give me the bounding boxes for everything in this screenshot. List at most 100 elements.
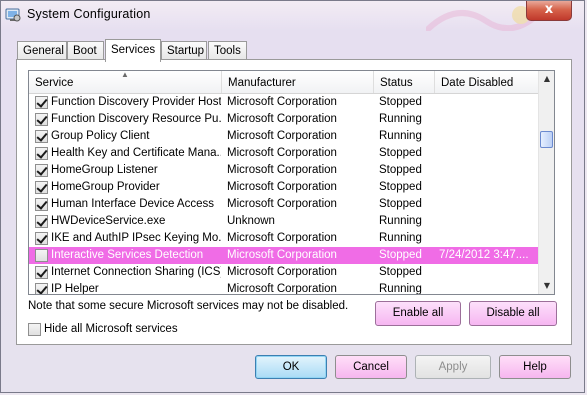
service-date-disabled [439,281,536,294]
services-list[interactable]: Service ▲ Manufacturer Status Date Disab… [28,70,555,295]
service-checkbox[interactable] [35,283,48,294]
list-header: Service ▲ Manufacturer Status Date Disab… [29,71,538,94]
service-status: Stopped [379,198,422,210]
service-manufacturer: Microsoft Corporation [227,181,337,193]
apply-button[interactable]: Apply [415,355,491,379]
table-row[interactable]: Function Discovery Resource Pu... Microso… [29,111,538,128]
scroll-up-icon[interactable]: ▲ [539,71,554,87]
service-manufacturer: Microsoft Corporation [227,249,337,261]
service-name: HWDeviceService.exe [51,215,166,227]
service-date-disabled [439,230,536,247]
close-button[interactable]: x [526,1,572,21]
msconfig-icon [5,8,21,22]
service-name: Group Policy Client [51,130,150,142]
hide-microsoft-services-checkbox[interactable] [28,323,41,336]
service-status: Stopped [379,147,422,159]
service-manufacturer: Microsoft Corporation [227,198,337,210]
service-name: IP Helper [51,283,99,295]
service-status: Stopped [379,249,422,261]
service-name: Function Discovery Provider Host [51,96,221,108]
cancel-button[interactable]: Cancel [335,355,407,379]
service-status: Stopped [379,181,422,193]
service-status: Running [379,215,422,227]
window-title: System Configuration [27,7,151,21]
service-checkbox[interactable] [35,198,48,211]
service-date-disabled [439,128,536,145]
enable-all-button[interactable]: Enable all [375,301,461,326]
service-date-disabled [439,264,536,281]
table-row[interactable]: Group Policy Client Microsoft Corporation… [29,128,538,145]
service-name: IKE and AuthIP IPsec Keying Mo... [51,232,221,244]
service-name: Human Interface Device Access [51,198,214,210]
service-manufacturer: Microsoft Corporation [227,130,337,142]
tab-services[interactable]: Services [105,39,161,62]
sort-ascending-icon: ▲ [121,71,129,79]
service-manufacturer: Microsoft Corporation [227,147,337,159]
service-manufacturer: Microsoft Corporation [227,232,337,244]
service-manufacturer: Unknown [227,215,275,227]
service-manufacturer: Microsoft Corporation [227,96,337,108]
service-checkbox[interactable] [35,96,48,109]
service-checkbox[interactable] [35,147,48,160]
service-checkbox[interactable] [35,164,48,177]
service-name: Interactive Services Detection [51,249,204,261]
table-row[interactable]: Human Interface Device Access Microsoft C… [29,196,538,213]
table-row[interactable]: Interactive Services Detection Microsoft … [29,247,538,264]
service-status: Running [379,232,422,244]
column-header-service[interactable]: Service ▲ [29,71,222,93]
service-status: Running [379,283,422,295]
column-service-label: Service [35,77,74,89]
service-manufacturer: Microsoft Corporation [227,283,337,295]
service-checkbox[interactable] [35,249,48,262]
table-row[interactable]: HomeGroup Provider Microsoft Corporation S… [29,179,538,196]
tab-startup[interactable]: Startup [161,41,207,60]
table-row[interactable]: Function Discovery Provider Host Microsof… [29,94,538,111]
column-header-status[interactable]: Status [374,71,435,93]
service-name: Internet Connection Sharing (ICS) [51,266,221,278]
service-checkbox[interactable] [35,113,48,126]
title-bar[interactable]: System Configuration x [1,1,586,31]
service-checkbox[interactable] [35,266,48,279]
service-manufacturer: Microsoft Corporation [227,113,337,125]
service-name: HomeGroup Listener [51,164,158,176]
table-row[interactable]: IP Helper Microsoft Corporation Running [29,281,538,295]
service-status: Stopped [379,96,422,108]
service-date-disabled [439,111,536,128]
table-row[interactable]: IKE and AuthIP IPsec Keying Mo... Microso… [29,230,538,247]
service-status: Stopped [379,164,422,176]
column-header-date-disabled[interactable]: Date Disabled [435,71,538,93]
service-status: Running [379,130,422,142]
service-checkbox[interactable] [35,215,48,228]
tab-tools[interactable]: Tools [208,41,247,60]
service-date-disabled [439,196,536,213]
service-checkbox[interactable] [35,232,48,245]
scroll-down-icon[interactable]: ▼ [539,278,554,294]
service-checkbox[interactable] [35,181,48,194]
service-manufacturer: Microsoft Corporation [227,266,337,278]
table-row[interactable]: Internet Connection Sharing (ICS) Microso… [29,264,538,281]
service-status: Stopped [379,266,422,278]
service-checkbox[interactable] [35,130,48,143]
help-button[interactable]: Help [499,355,571,379]
table-row[interactable]: Health Key and Certificate Mana... Micros… [29,145,538,162]
column-header-manufacturer[interactable]: Manufacturer [222,71,374,93]
service-date-disabled [439,179,536,196]
scrollbar-thumb[interactable] [540,131,553,148]
service-status: Running [379,113,422,125]
service-date-disabled: 7/24/2012 3:47.... [439,249,529,261]
service-name: HomeGroup Provider [51,181,160,193]
service-date-disabled [439,213,536,230]
disable-all-button[interactable]: Disable all [469,301,557,326]
table-row[interactable]: HomeGroup Listener Microsoft Corporation S… [29,162,538,179]
vertical-scrollbar[interactable]: ▲ ▼ [538,71,554,294]
service-date-disabled [439,145,536,162]
service-name: Function Discovery Resource Pu... [51,113,221,125]
service-manufacturer: Microsoft Corporation [227,164,337,176]
table-row[interactable]: HWDeviceService.exe Unknown Running [29,213,538,230]
service-date-disabled [439,94,536,111]
tab-boot[interactable]: Boot [67,41,104,60]
service-date-disabled [439,162,536,179]
secure-services-note: Note that some secure Microsoft services… [28,300,349,312]
tab-general[interactable]: General [17,41,67,60]
ok-button[interactable]: OK [255,355,327,379]
